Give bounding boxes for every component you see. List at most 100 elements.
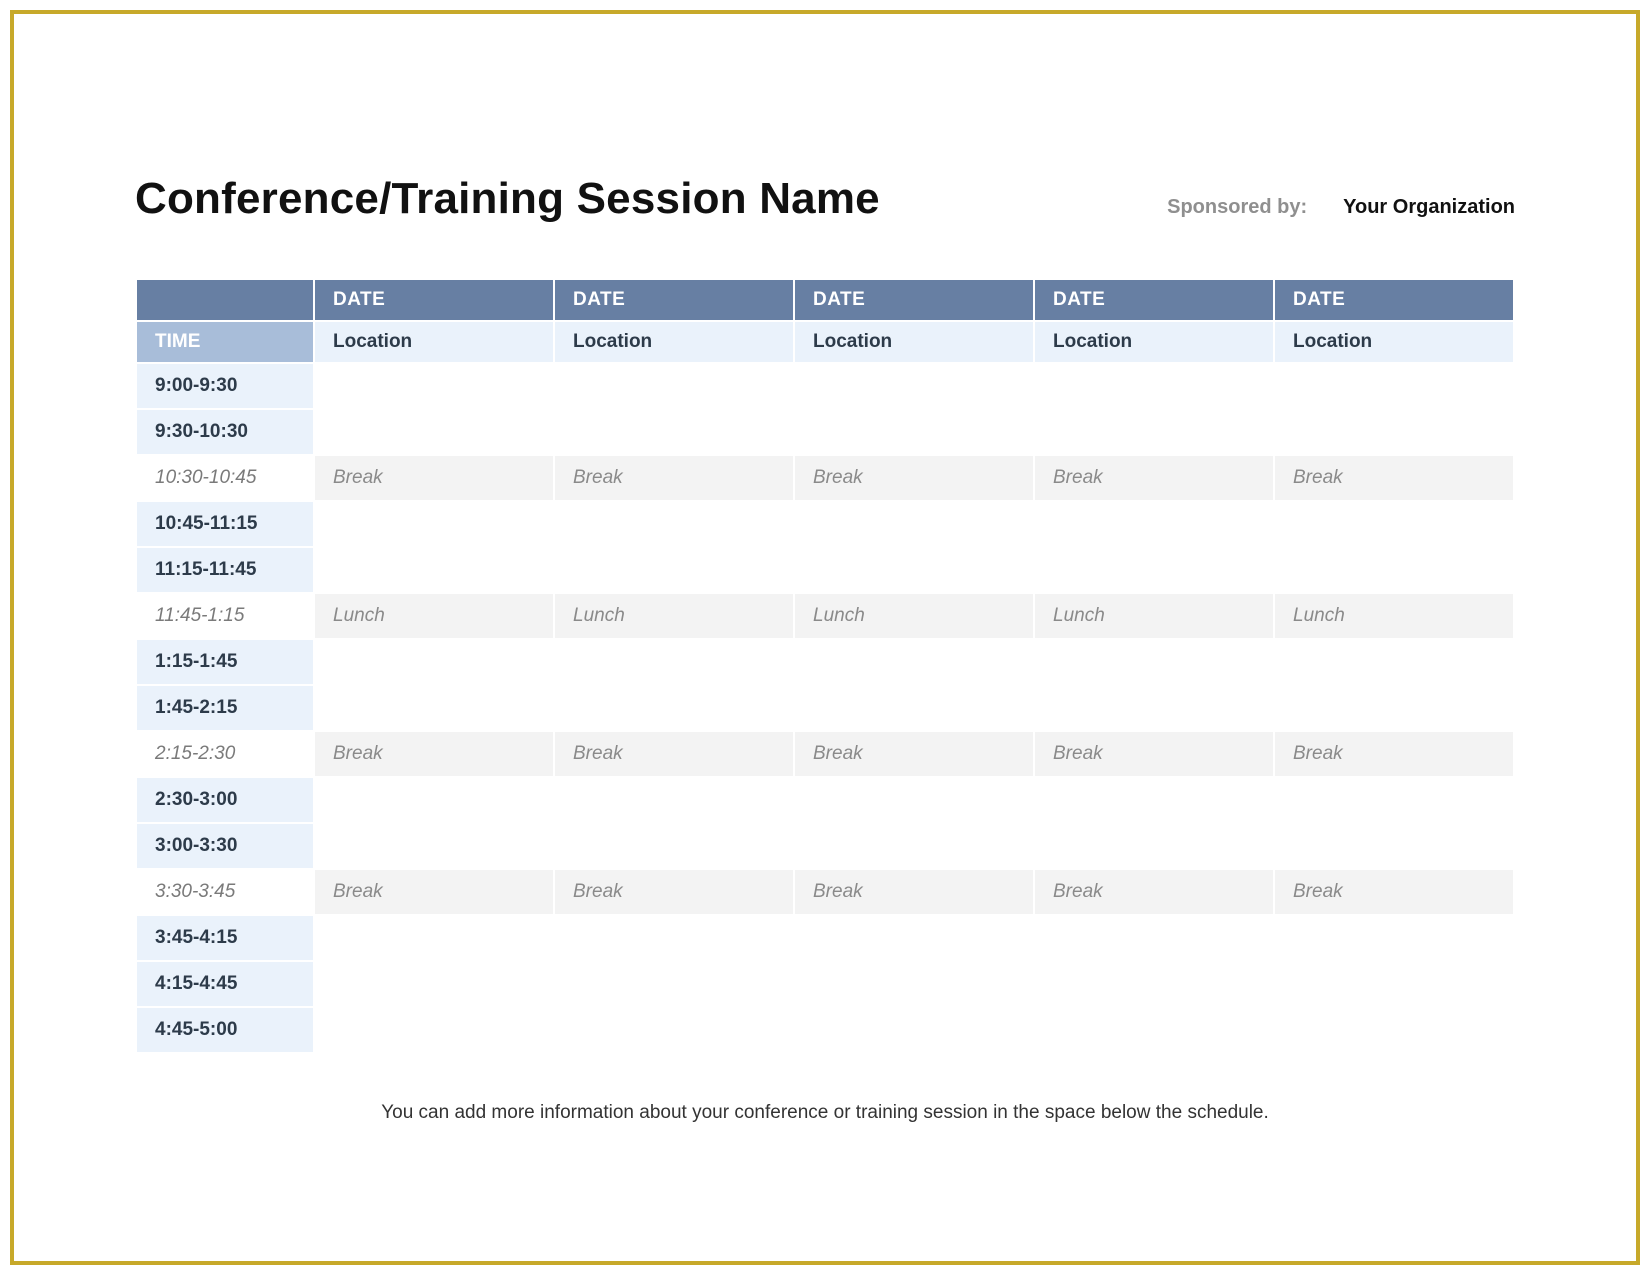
- schedule-cell: Lunch: [555, 594, 793, 640]
- date-header: DATE: [795, 280, 1033, 322]
- schedule-cell: [315, 824, 553, 870]
- schedule-cell: Break: [1035, 870, 1273, 916]
- time-cell: 1:45-2:15: [137, 686, 313, 732]
- table-row: 2:15-2:30BreakBreakBreakBreakBreak: [137, 732, 1513, 778]
- schedule-cell: [555, 640, 793, 686]
- table-row: 9:00-9:30: [137, 364, 1513, 410]
- schedule-cell: Lunch: [1035, 594, 1273, 640]
- schedule-cell: [1035, 410, 1273, 456]
- schedule-cell: [315, 962, 553, 1008]
- table-row: 10:45-11:15: [137, 502, 1513, 548]
- schedule-cell: [1035, 364, 1273, 410]
- table-row: 1:15-1:45: [137, 640, 1513, 686]
- time-header: TIME: [137, 322, 313, 364]
- schedule-cell: [1035, 686, 1273, 732]
- time-cell: 9:00-9:30: [137, 364, 313, 410]
- schedule-cell: [555, 1008, 793, 1054]
- location-subheader: Location: [795, 322, 1033, 364]
- schedule-cell: [315, 410, 553, 456]
- schedule-cell: [795, 962, 1033, 1008]
- table-row: 2:30-3:00: [137, 778, 1513, 824]
- table-row: 3:45-4:15: [137, 916, 1513, 962]
- schedule-cell: [1035, 502, 1273, 548]
- sponsor-label: Sponsored by:: [1167, 196, 1307, 219]
- schedule-cell: [1275, 1008, 1513, 1054]
- schedule-cell: [1275, 502, 1513, 548]
- schedule-cell: Break: [555, 870, 793, 916]
- schedule-cell: [555, 502, 793, 548]
- schedule-cell: [315, 548, 553, 594]
- schedule-cell: Break: [315, 456, 553, 502]
- schedule-cell: [795, 686, 1033, 732]
- schedule-cell: [795, 916, 1033, 962]
- footer-note: You can add more information about your …: [135, 1102, 1515, 1124]
- schedule-cell: [795, 548, 1033, 594]
- page-content: Conference/Training Session Name Sponsor…: [135, 14, 1515, 1124]
- time-cell: 4:45-5:00: [137, 1008, 313, 1054]
- schedule-cell: Break: [795, 456, 1033, 502]
- schedule-cell: Break: [1035, 732, 1273, 778]
- header-corner-cell: [137, 280, 313, 322]
- location-subheader: Location: [555, 322, 793, 364]
- schedule-cell: Break: [1275, 732, 1513, 778]
- schedule-cell: [1275, 778, 1513, 824]
- time-cell: 10:30-10:45: [137, 456, 313, 502]
- table-row: 11:15-11:45: [137, 548, 1513, 594]
- table-row: 11:45-1:15LunchLunchLunchLunchLunch: [137, 594, 1513, 640]
- schedule-cell: Break: [1275, 456, 1513, 502]
- schedule-cell: [555, 916, 793, 962]
- table-row: 4:15-4:45: [137, 962, 1513, 1008]
- time-cell: 9:30-10:30: [137, 410, 313, 456]
- schedule-cell: [1035, 778, 1273, 824]
- schedule-cell: [315, 502, 553, 548]
- time-cell: 1:15-1:45: [137, 640, 313, 686]
- schedule-cell: [1275, 364, 1513, 410]
- date-header: DATE: [315, 280, 553, 322]
- schedule-cell: [1035, 916, 1273, 962]
- time-cell: 2:15-2:30: [137, 732, 313, 778]
- schedule-cell: Break: [1035, 456, 1273, 502]
- schedule-cell: [1275, 548, 1513, 594]
- schedule-cell: [795, 778, 1033, 824]
- schedule-cell: Break: [315, 870, 553, 916]
- time-cell: 11:15-11:45: [137, 548, 313, 594]
- schedule-cell: [795, 364, 1033, 410]
- schedule-cell: Break: [795, 870, 1033, 916]
- schedule-cell: [1035, 962, 1273, 1008]
- table-row: 1:45-2:15: [137, 686, 1513, 732]
- time-cell: 4:15-4:45: [137, 962, 313, 1008]
- schedule-cell: [1275, 824, 1513, 870]
- schedule-cell: Break: [555, 732, 793, 778]
- schedule-cell: [315, 916, 553, 962]
- schedule-cell: [1035, 548, 1273, 594]
- table-row: 9:30-10:30: [137, 410, 1513, 456]
- schedule-cell: [315, 778, 553, 824]
- schedule-cell: [1275, 916, 1513, 962]
- schedule-cell: Lunch: [315, 594, 553, 640]
- table-row: 4:45-5:00: [137, 1008, 1513, 1054]
- schedule-cell: Lunch: [795, 594, 1033, 640]
- schedule-cell: Break: [555, 456, 793, 502]
- table-row: 3:30-3:45BreakBreakBreakBreakBreak: [137, 870, 1513, 916]
- schedule-cell: [795, 502, 1033, 548]
- schedule-cell: [1035, 1008, 1273, 1054]
- time-cell: 11:45-1:15: [137, 594, 313, 640]
- schedule-cell: [555, 410, 793, 456]
- date-header: DATE: [1275, 280, 1513, 322]
- schedule-cell: Break: [1275, 870, 1513, 916]
- time-cell: 3:00-3:30: [137, 824, 313, 870]
- schedule-cell: [1275, 962, 1513, 1008]
- schedule-cell: [1035, 640, 1273, 686]
- schedule-cell: [315, 1008, 553, 1054]
- schedule-cell: [795, 1008, 1033, 1054]
- schedule-cell: [1275, 686, 1513, 732]
- schedule-cell: [315, 686, 553, 732]
- schedule-cell: [1275, 410, 1513, 456]
- schedule-cell: [555, 778, 793, 824]
- table-row: 10:30-10:45BreakBreakBreakBreakBreak: [137, 456, 1513, 502]
- schedule-cell: [555, 364, 793, 410]
- header-row: Conference/Training Session Name Sponsor…: [135, 174, 1515, 224]
- time-cell: 3:30-3:45: [137, 870, 313, 916]
- schedule-cell: [1275, 640, 1513, 686]
- schedule-cell: Break: [315, 732, 553, 778]
